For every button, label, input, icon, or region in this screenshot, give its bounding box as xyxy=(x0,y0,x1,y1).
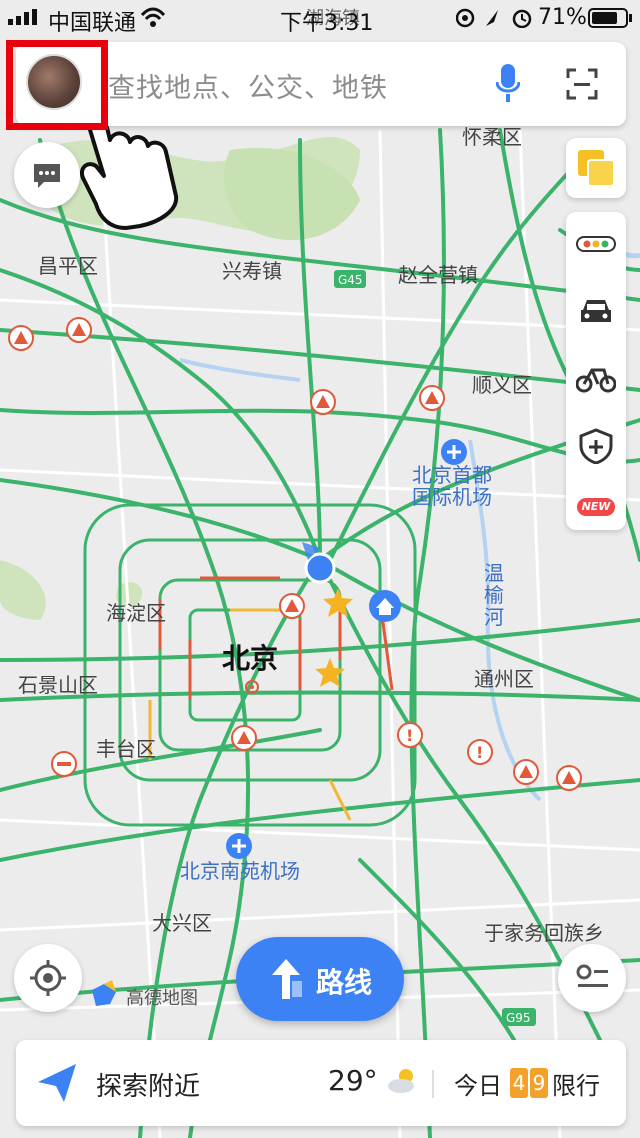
label-daxing: 大兴区 xyxy=(152,911,212,935)
divider xyxy=(432,1070,434,1098)
restriction-digit-1: 4 xyxy=(510,1068,528,1098)
message-button[interactable] xyxy=(14,142,80,208)
explore-nearby-label[interactable]: 探索附近 xyxy=(96,1066,200,1103)
scan-icon[interactable] xyxy=(566,68,598,100)
bike-icon[interactable] xyxy=(576,364,616,394)
app-root: 怀柔区 昌平区 兴寿镇 赵全营镇 顺义区 北京首都 国际机场 温 榆 河 海淀区… xyxy=(0,0,640,1138)
home-icon xyxy=(369,590,401,622)
label-wenyu-2: 榆 xyxy=(484,583,504,607)
temperature[interactable]: 29° xyxy=(328,1064,378,1097)
shield-g95: G95 xyxy=(502,1008,536,1026)
svg-text:G95: G95 xyxy=(506,1011,531,1025)
label-tongzhou: 通州区 xyxy=(474,667,534,691)
route-button[interactable]: 路线 xyxy=(236,937,404,1021)
list-card-icon xyxy=(576,964,608,987)
weather-partly-cloudy-icon xyxy=(388,1069,414,1093)
label-airport-2: 国际机场 xyxy=(412,485,492,509)
svg-text:G45: G45 xyxy=(338,273,363,287)
traffic-icon[interactable] xyxy=(576,236,616,252)
label-fengtai: 丰台区 xyxy=(96,737,156,761)
label-airport-1: 北京首都 xyxy=(412,463,492,487)
map-tools-panel xyxy=(566,212,626,530)
label-yujiawu: 于家务回族乡 xyxy=(484,921,604,945)
taxi-icon[interactable] xyxy=(579,296,613,326)
status-time: 下午3:31 xyxy=(280,11,374,36)
microphone-icon[interactable] xyxy=(496,64,520,102)
battery-percentage: 71% xyxy=(538,5,587,30)
restriction-today-label[interactable]: 今日 xyxy=(454,1066,502,1101)
restriction-digit-2: 9 xyxy=(530,1068,548,1098)
layers-button[interactable] xyxy=(566,138,626,198)
label-changping: 昌平区 xyxy=(38,254,98,278)
battery-icon xyxy=(588,8,632,28)
label-beijing: 北京 xyxy=(222,642,278,675)
safety-shield-icon[interactable] xyxy=(579,428,613,464)
carrier-name: 中国联通 xyxy=(48,11,137,36)
label-wenyu-1: 温 xyxy=(484,561,504,585)
crosshair-icon xyxy=(30,960,66,996)
annotation-highlight-box xyxy=(6,40,108,130)
svg-text:高德地图: 高德地图 xyxy=(126,988,198,1009)
shield-g45: G45 xyxy=(334,270,366,288)
label-huairou: 怀柔区 xyxy=(462,125,522,149)
route-arrow-icon xyxy=(272,959,302,999)
status-indicator-icons xyxy=(456,8,532,28)
label-wenyu-3: 河 xyxy=(484,605,504,629)
bottom-info-bar: 探索附近 29° 今日 4 9 限行 xyxy=(16,1040,626,1126)
label-xingshou: 兴寿镇 xyxy=(222,259,282,283)
poi-list-button[interactable] xyxy=(558,944,626,1012)
search-input[interactable]: 查找地点、公交、地铁 xyxy=(108,66,388,105)
svg-text:!: ! xyxy=(476,743,483,762)
label-shunyi: 顺义区 xyxy=(472,373,532,397)
label-zhaoquanying: 赵全营镇 xyxy=(398,263,478,287)
explore-nearby-icon[interactable] xyxy=(36,1062,78,1104)
layers-icon xyxy=(578,150,614,186)
signal-icon xyxy=(8,9,37,25)
svg-text:!: ! xyxy=(406,726,413,745)
locate-button[interactable] xyxy=(14,944,82,1012)
message-icon xyxy=(34,164,60,188)
route-button-label: 路线 xyxy=(316,966,373,999)
new-badge[interactable]: NEW xyxy=(577,498,615,516)
label-haidian: 海淀区 xyxy=(106,601,166,625)
label-nanyuan: 北京南苑机场 xyxy=(180,859,300,883)
label-shijingshan: 石景山区 xyxy=(18,673,98,697)
status-bar: 中国联通 下午3:31 71% xyxy=(0,0,640,36)
restriction-label[interactable]: 限行 xyxy=(552,1066,600,1101)
wifi-icon xyxy=(140,7,166,27)
